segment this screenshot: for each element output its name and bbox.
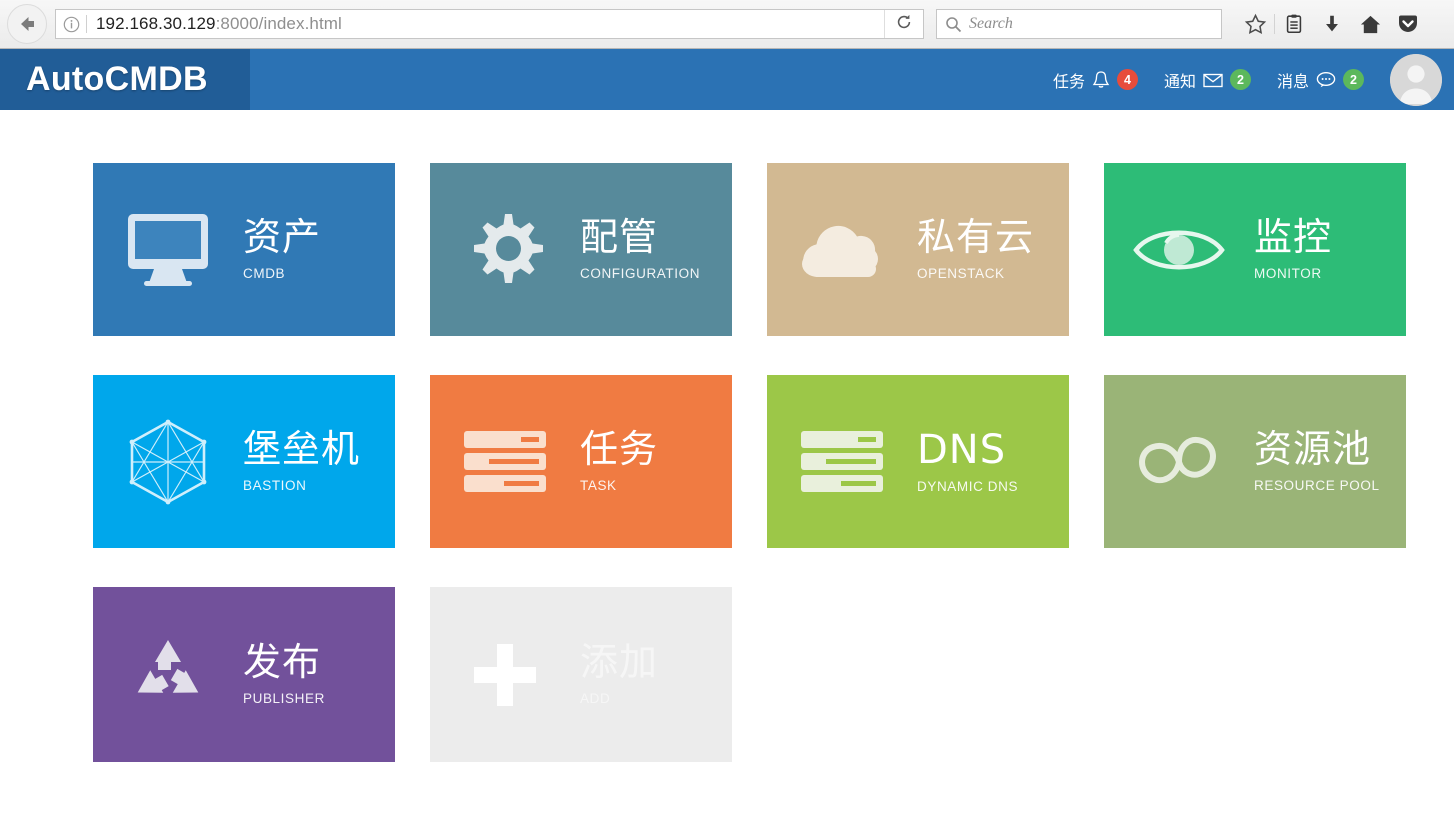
tile-add[interactable]: 添加 ADD <box>430 587 732 762</box>
monitor-icon <box>93 211 243 289</box>
download-icon[interactable] <box>1313 5 1351 43</box>
tile-configuration[interactable]: 配管 CONFIGURATION <box>430 163 732 336</box>
envelope-icon <box>1203 72 1223 88</box>
header-item-messages[interactable]: 消息 2 <box>1277 68 1364 92</box>
browser-action-icons <box>1236 5 1427 43</box>
tile-bastion-text: 堡垒机 BASTION <box>243 427 361 493</box>
tile-openstack-subtitle: OPENSTACK <box>917 265 1005 281</box>
browser-toolbar: 192.168.30.129:8000/index.html Search <box>0 0 1454 49</box>
reload-button[interactable] <box>884 10 923 38</box>
notifications-label: 通知 <box>1163 73 1196 91</box>
info-icon[interactable] <box>56 16 86 33</box>
tile-publisher[interactable]: 发布 PUBLISHER <box>93 587 395 762</box>
plus-icon <box>430 640 580 710</box>
search-input[interactable]: Search <box>969 15 1013 33</box>
server-stack-icon <box>767 430 917 493</box>
tile-cmdb-subtitle: CMDB <box>243 265 286 281</box>
tile-publisher-text: 发布 PUBLISHER <box>243 640 325 706</box>
search-icon <box>937 16 969 33</box>
tile-add-subtitle: ADD <box>580 690 611 706</box>
module-tile-grid: 资产 CMDB 配管 CONFIGURATION 私有云 OPENSTACK 监… <box>93 163 1408 762</box>
tile-cmdb-text: 资产 CMDB <box>243 215 322 281</box>
app-title: AutoCMDB <box>26 60 208 98</box>
user-avatar-icon <box>1390 53 1442 106</box>
brand-panel[interactable]: AutoCMDB <box>0 49 250 110</box>
tile-monitor-text: 监控 MONITOR <box>1254 215 1333 281</box>
url-text[interactable]: 192.168.30.129:8000/index.html <box>87 14 884 34</box>
tile-monitor-subtitle: MONITOR <box>1254 265 1322 281</box>
search-bar[interactable]: Search <box>936 9 1222 39</box>
header-item-notifications[interactable]: 通知 2 <box>1164 68 1251 92</box>
messages-badge: 2 <box>1343 69 1364 90</box>
header-item-tasks[interactable]: 任务 4 <box>1053 68 1138 92</box>
tile-resource-pool-title: 资源池 <box>1254 427 1372 472</box>
url-bar[interactable]: 192.168.30.129:8000/index.html <box>55 9 924 39</box>
tasks-badge: 4 <box>1116 69 1138 90</box>
messages-label: 消息 <box>1276 73 1309 91</box>
infinity-cloud-icon <box>1104 431 1254 493</box>
reload-icon <box>895 13 913 36</box>
tile-cmdb[interactable]: 资产 CMDB <box>93 163 395 336</box>
tile-configuration-text: 配管 CONFIGURATION <box>580 215 701 281</box>
tile-publisher-subtitle: PUBLISHER <box>243 690 325 706</box>
task-list-icon <box>430 430 580 493</box>
cloud-icon <box>767 217 917 283</box>
tile-openstack[interactable]: 私有云 OPENSTACK <box>767 163 1069 336</box>
tile-configuration-subtitle: CONFIGURATION <box>580 265 701 281</box>
tile-configuration-title: 配管 <box>580 215 659 260</box>
tile-openstack-title: 私有云 <box>917 215 1035 260</box>
bell-icon <box>1092 70 1110 90</box>
tasks-label: 任务 <box>1052 73 1085 91</box>
tile-resource-pool-text: 资源池 RESOURCE POOL <box>1254 427 1380 493</box>
tile-add-title: 添加 <box>580 640 659 685</box>
avatar[interactable] <box>1390 53 1442 106</box>
tile-dns-title: DNS <box>917 427 1007 473</box>
chat-bubble-icon <box>1316 71 1336 88</box>
reader-list-icon[interactable] <box>1275 5 1313 43</box>
url-path: :8000/index.html <box>215 14 342 33</box>
tile-monitor-title: 监控 <box>1254 215 1333 260</box>
tile-add-text: 添加 ADD <box>580 640 659 706</box>
tile-dns-text: DNS DYNAMIC DNS <box>917 429 1018 494</box>
recycle-icon <box>93 636 243 714</box>
tile-task-title: 任务 <box>580 427 659 472</box>
gear-icon <box>430 210 580 290</box>
star-icon[interactable] <box>1236 5 1274 43</box>
tile-cmdb-title: 资产 <box>243 215 322 260</box>
home-icon[interactable] <box>1351 5 1389 43</box>
tile-resource-pool-subtitle: RESOURCE POOL <box>1254 477 1380 493</box>
tile-openstack-text: 私有云 OPENSTACK <box>917 215 1035 281</box>
back-arrow-icon <box>16 13 38 35</box>
tile-bastion-title: 堡垒机 <box>243 427 361 472</box>
tile-task[interactable]: 任务 TASK <box>430 375 732 548</box>
tile-publisher-title: 发布 <box>243 640 322 685</box>
hexagon-mesh-icon <box>93 418 243 506</box>
notifications-badge: 2 <box>1229 69 1251 90</box>
tile-dns[interactable]: DNS DYNAMIC DNS <box>767 375 1069 548</box>
tile-task-subtitle: TASK <box>580 477 617 493</box>
back-button[interactable] <box>7 4 47 44</box>
app-header: AutoCMDB 任务 4 通知 2 消息 2 <box>0 49 1454 110</box>
tile-task-text: 任务 TASK <box>580 427 659 493</box>
tile-bastion-subtitle: BASTION <box>243 477 307 493</box>
tile-monitor[interactable]: 监控 MONITOR <box>1104 163 1406 336</box>
tile-resource-pool[interactable]: 资源池 RESOURCE POOL <box>1104 375 1406 548</box>
url-host: 192.168.30.129 <box>96 14 216 33</box>
header-actions: 任务 4 通知 2 消息 2 <box>1053 53 1454 106</box>
tile-bastion[interactable]: 堡垒机 BASTION <box>93 375 395 548</box>
pocket-icon[interactable] <box>1389 5 1427 43</box>
tile-dns-subtitle: DYNAMIC DNS <box>917 479 1019 494</box>
eye-icon <box>1104 221 1254 279</box>
